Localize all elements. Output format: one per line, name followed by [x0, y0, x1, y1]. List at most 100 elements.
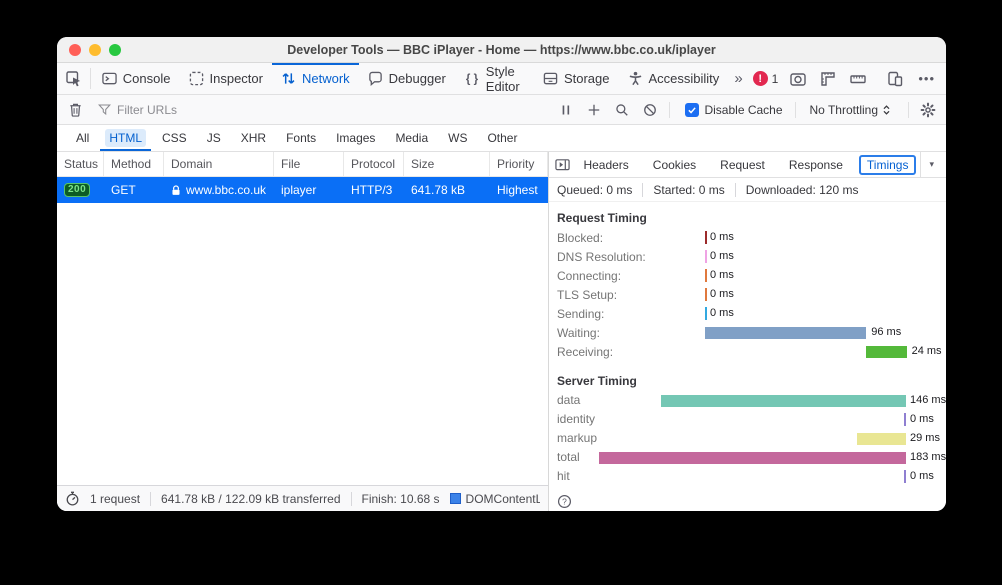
cell-priority: Highest	[490, 177, 548, 203]
column-header-size[interactable]: Size	[404, 152, 490, 176]
toolbar-separator	[90, 68, 91, 89]
details-tab-response[interactable]: Response	[781, 155, 851, 175]
filter-tab-label: Other	[487, 131, 517, 145]
zoom-button[interactable]	[109, 44, 121, 56]
all-tabs-caret-button[interactable]: ▾	[920, 152, 942, 177]
stopwatch-icon	[65, 491, 80, 506]
toolbar-separator	[908, 102, 909, 118]
throttling-select[interactable]: No Throttling	[800, 103, 901, 117]
column-header-file[interactable]: File	[274, 152, 344, 176]
filter-tab-label: JS	[207, 131, 221, 145]
column-header-status[interactable]: Status	[57, 152, 104, 176]
throttling-value: No Throttling	[810, 103, 878, 117]
overflow-chevron-icon[interactable]: »	[728, 70, 746, 87]
timing-label: DNS Resolution:	[557, 250, 705, 264]
toolbox-tab-debugger[interactable]: Debugger	[359, 63, 455, 94]
filter-tab-all[interactable]: All	[67, 125, 98, 151]
timing-summary-bar: Queued: 0 msStarted: 0 msDownloaded: 120…	[549, 178, 946, 202]
rulers-button[interactable]	[814, 71, 842, 87]
timing-chart: 24 ms	[705, 342, 938, 361]
minimize-button[interactable]	[89, 44, 101, 56]
toolbox-tab-storage[interactable]: Storage	[534, 63, 619, 94]
column-header-domain[interactable]: Domain	[164, 152, 274, 176]
timings-panel: Request TimingBlocked:0 msDNS Resolution…	[549, 202, 946, 511]
domcontentloaded-time: DOMContentL	[450, 492, 540, 506]
toolbox-tab-label: Console	[123, 71, 171, 86]
filter-tab-ws[interactable]: WS	[439, 125, 476, 151]
measure-button[interactable]	[844, 71, 872, 87]
close-button[interactable]	[69, 44, 81, 56]
filter-tab-other[interactable]: Other	[478, 125, 526, 151]
toolbox-tab-accessibility[interactable]: Accessibility	[619, 63, 729, 94]
toolbox-tab-inspector[interactable]: Inspector	[180, 63, 272, 94]
column-header-priority[interactable]: Priority	[490, 152, 548, 176]
error-count-button[interactable]: ! 1	[749, 71, 783, 86]
har-settings-button[interactable]	[916, 98, 940, 122]
toolbox-tab-network[interactable]: Network	[272, 63, 359, 94]
timing-label: Connecting:	[557, 269, 705, 283]
toolbox-tab-console[interactable]: Console	[93, 63, 180, 94]
server-timing-bar	[599, 452, 906, 464]
details-tab-headers[interactable]: Headers	[575, 155, 636, 175]
clear-requests-button[interactable]	[63, 98, 87, 122]
details-tab-timings[interactable]: Timings	[859, 155, 917, 175]
help-icon: ?	[557, 494, 572, 509]
screenshot-button[interactable]	[784, 71, 812, 87]
timing-row: TLS Setup:0 ms	[557, 285, 938, 304]
request-details-pane: Headers Cookies Request Response Timings ▾ Q…	[548, 152, 946, 511]
pick-element-button[interactable]	[61, 63, 88, 94]
filter-tab-label: Fonts	[286, 131, 316, 145]
domain-text: www.bbc.co.uk	[186, 183, 266, 197]
filter-urls-input[interactable]	[117, 103, 554, 117]
filter-tab-css[interactable]: CSS	[153, 125, 196, 151]
sidebar-toggle-icon	[555, 157, 570, 172]
toolbox-tab-label: Accessibility	[649, 71, 720, 86]
trash-icon	[68, 102, 83, 117]
filter-url-area	[92, 103, 554, 117]
storage-icon	[543, 71, 558, 86]
timing-bar	[705, 250, 707, 263]
request-row[interactable]: 200GETwww.bbc.co.ukiplayerHTTP/3641.78 k…	[57, 177, 548, 203]
select-arrows-icon	[882, 104, 891, 116]
timing-value: 0 ms	[710, 231, 734, 243]
column-header-protocol[interactable]: Protocol	[344, 152, 404, 176]
request-filter-bar: AllHTML CSS JS XHR Fonts ImagesMediaWS Other	[57, 125, 946, 152]
block-requests-button[interactable]	[638, 98, 662, 122]
help-button[interactable]: ?	[557, 494, 938, 511]
close-split-button[interactable]	[553, 157, 571, 172]
lock-icon	[171, 185, 181, 196]
details-tab-cookies[interactable]: Cookies	[645, 155, 704, 175]
server-timing-value: 146 ms	[910, 394, 946, 406]
filter-tab-js[interactable]: JS	[198, 125, 230, 151]
server-timing-label: total	[557, 450, 580, 464]
titlebar: Developer Tools — BBC iPlayer - Home — h…	[57, 37, 946, 63]
toolbar-separator	[795, 102, 796, 118]
timing-bar	[866, 346, 906, 358]
responsive-design-button[interactable]	[881, 71, 909, 87]
pause-icon	[560, 104, 572, 116]
server-timing-row: markup29 ms	[557, 429, 938, 448]
server-timing-row: data146 ms	[557, 391, 938, 410]
column-header-method[interactable]: Method	[104, 152, 164, 176]
filter-tab-images[interactable]: Images	[327, 125, 384, 151]
measuring-tool-icon	[850, 71, 866, 87]
filter-tab-media[interactable]: Media	[386, 125, 437, 151]
new-request-button[interactable]	[582, 98, 606, 122]
timing-row: Waiting:96 ms	[557, 323, 938, 342]
window-title: Developer Tools — BBC iPlayer - Home — h…	[57, 43, 946, 57]
pause-recording-button[interactable]	[554, 98, 578, 122]
details-tab-request[interactable]: Request	[712, 155, 773, 175]
filter-tab-fonts[interactable]: Fonts	[277, 125, 325, 151]
filter-tab-label: CSS	[162, 131, 187, 145]
details-tab-bar: Headers Cookies Request Response Timings ▾	[549, 152, 946, 178]
disable-cache-checkbox[interactable]: Disable Cache	[677, 103, 790, 117]
search-button[interactable]	[610, 98, 634, 122]
filter-tab-xhr[interactable]: XHR	[232, 125, 275, 151]
toolbox-tab-style-editor[interactable]: { }Style Editor	[455, 63, 534, 94]
filter-tab-html[interactable]: HTML	[100, 125, 151, 151]
toolbox-tab-label: Inspector	[210, 71, 263, 86]
timing-row: DNS Resolution:0 ms	[557, 247, 938, 266]
meatball-menu-button[interactable]: •••	[911, 71, 942, 86]
server-timing-value: 29 ms	[910, 432, 940, 444]
timing-chart: 0 ms	[705, 304, 938, 323]
